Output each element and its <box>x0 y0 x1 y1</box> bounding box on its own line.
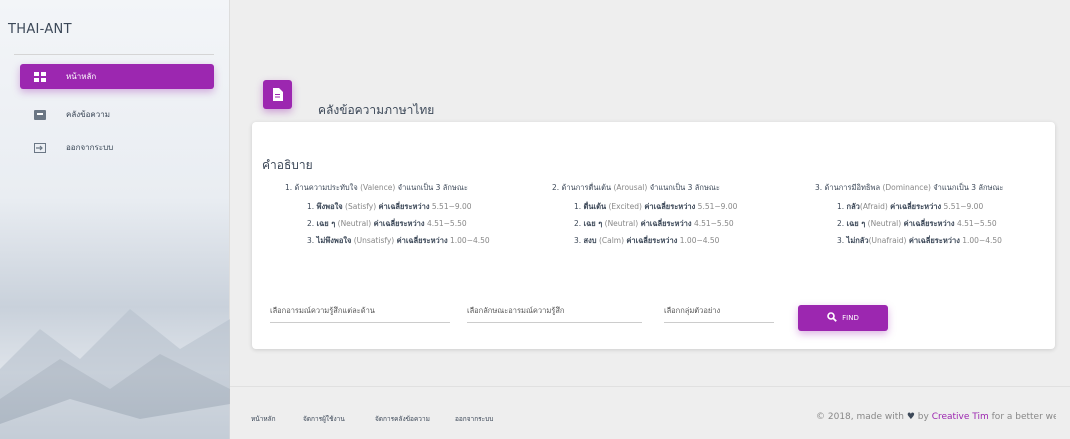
list-item: 3. สงบ (Calm) ค่าเฉลี่ยระหว่าง 1.00−4.50 <box>574 236 720 245</box>
footer-link-library[interactable]: จัดการคลังข้อความ <box>375 414 430 424</box>
list-item: 2. เฉย ๆ (Neutral) ค่าเฉลี่ยระหว่าง 4.51… <box>307 219 467 228</box>
sidebar-item-library[interactable]: คลังข้อความ <box>20 102 214 127</box>
creative-tim-link[interactable]: Creative Tim <box>932 412 989 422</box>
list-item: 3. ไม่กลัว(Unafraid) ค่าเฉลี่ยระหว่าง 1.… <box>837 236 1002 245</box>
column-heading: 3. ด้านการมีอิทธิพล (Dominance) จำแนกเป็… <box>815 183 1004 192</box>
find-button-label: FIND <box>842 314 859 322</box>
sidebar-background-mountains <box>0 309 230 439</box>
sidebar-item-label: หน้าหลัก <box>66 72 97 81</box>
logout-icon <box>34 142 46 153</box>
sidebar-item-label: ออกจากระบบ <box>66 143 114 152</box>
sample-group-select[interactable]: เลือกกลุ่มตัวอย่าง <box>664 305 774 323</box>
copyright-text: © 2018, made with ♥ by Creative Tim for … <box>816 412 1056 422</box>
find-button[interactable]: FIND <box>798 305 888 331</box>
dominance-column: 3. ด้านการมีอิทธิพล (Dominance) จำแนกเป็… <box>815 181 1045 251</box>
library-icon <box>34 109 46 120</box>
brand-divider <box>14 54 214 55</box>
list-item: 2. เฉย ๆ (Neutral) ค่าเฉลี่ยระหว่าง 4.51… <box>837 219 997 228</box>
footer-link-users[interactable]: จัดการผู้ใช้งาน <box>303 414 345 424</box>
heart-icon: ♥ <box>906 412 915 422</box>
list-item: 2. เฉย ๆ (Neutral) ค่าเฉลี่ยระหว่าง 4.51… <box>574 219 734 228</box>
sidebar-item-home[interactable]: หน้าหลัก <box>20 64 214 89</box>
emotion-type-select[interactable]: เลือกลักษณะอารมณ์ความรู้สึก <box>467 305 642 323</box>
sidebar: THAI-ANT หน้าหลัก คลังข้อความ ออกจากระบบ <box>0 0 230 439</box>
footer-link-home[interactable]: หน้าหลัก <box>251 414 276 424</box>
list-item: 1. กลัว(Afraid) ค่าเฉลี่ยระหว่าง 5.51−9.… <box>837 202 984 211</box>
arousal-column: 2. ด้านการตื่นเต้น (Arousal) จำแนกเป็น 3… <box>552 181 782 251</box>
search-icon <box>827 312 837 324</box>
sidebar-item-label: คลังข้อความ <box>66 110 111 119</box>
list-item: 1. พึงพอใจ (Satisfy) ค่าเฉลี่ยระหว่าง 5.… <box>307 202 472 211</box>
list-item: 3. ไม่พึงพอใจ (Unsatisfy) ค่าเฉลี่ยระหว่… <box>307 236 490 245</box>
list-item: 1. ตื่นเต้น (Excited) ค่าเฉลี่ยระหว่าง 5… <box>574 202 738 211</box>
dashboard-icon <box>34 71 46 82</box>
document-icon <box>263 80 292 109</box>
emotion-dimension-select[interactable]: เลือกอารมณ์ความรู้สึกแต่ละด้าน <box>270 305 450 323</box>
description-title: คำอธิบาย <box>262 158 313 172</box>
sidebar-item-logout[interactable]: ออกจากระบบ <box>20 135 214 160</box>
footer-divider <box>230 386 1070 387</box>
column-heading: 1. ด้านความประทับใจ (Valence) จำแนกเป็น … <box>285 183 468 192</box>
valence-column: 1. ด้านความประทับใจ (Valence) จำแนกเป็น … <box>285 181 515 251</box>
card-title: คลังข้อความภาษาไทย <box>318 103 435 117</box>
brand-logo[interactable]: THAI-ANT <box>8 22 72 37</box>
column-heading: 2. ด้านการตื่นเต้น (Arousal) จำแนกเป็น 3… <box>552 183 720 192</box>
footer-link-logout[interactable]: ออกจากระบบ <box>455 414 493 424</box>
